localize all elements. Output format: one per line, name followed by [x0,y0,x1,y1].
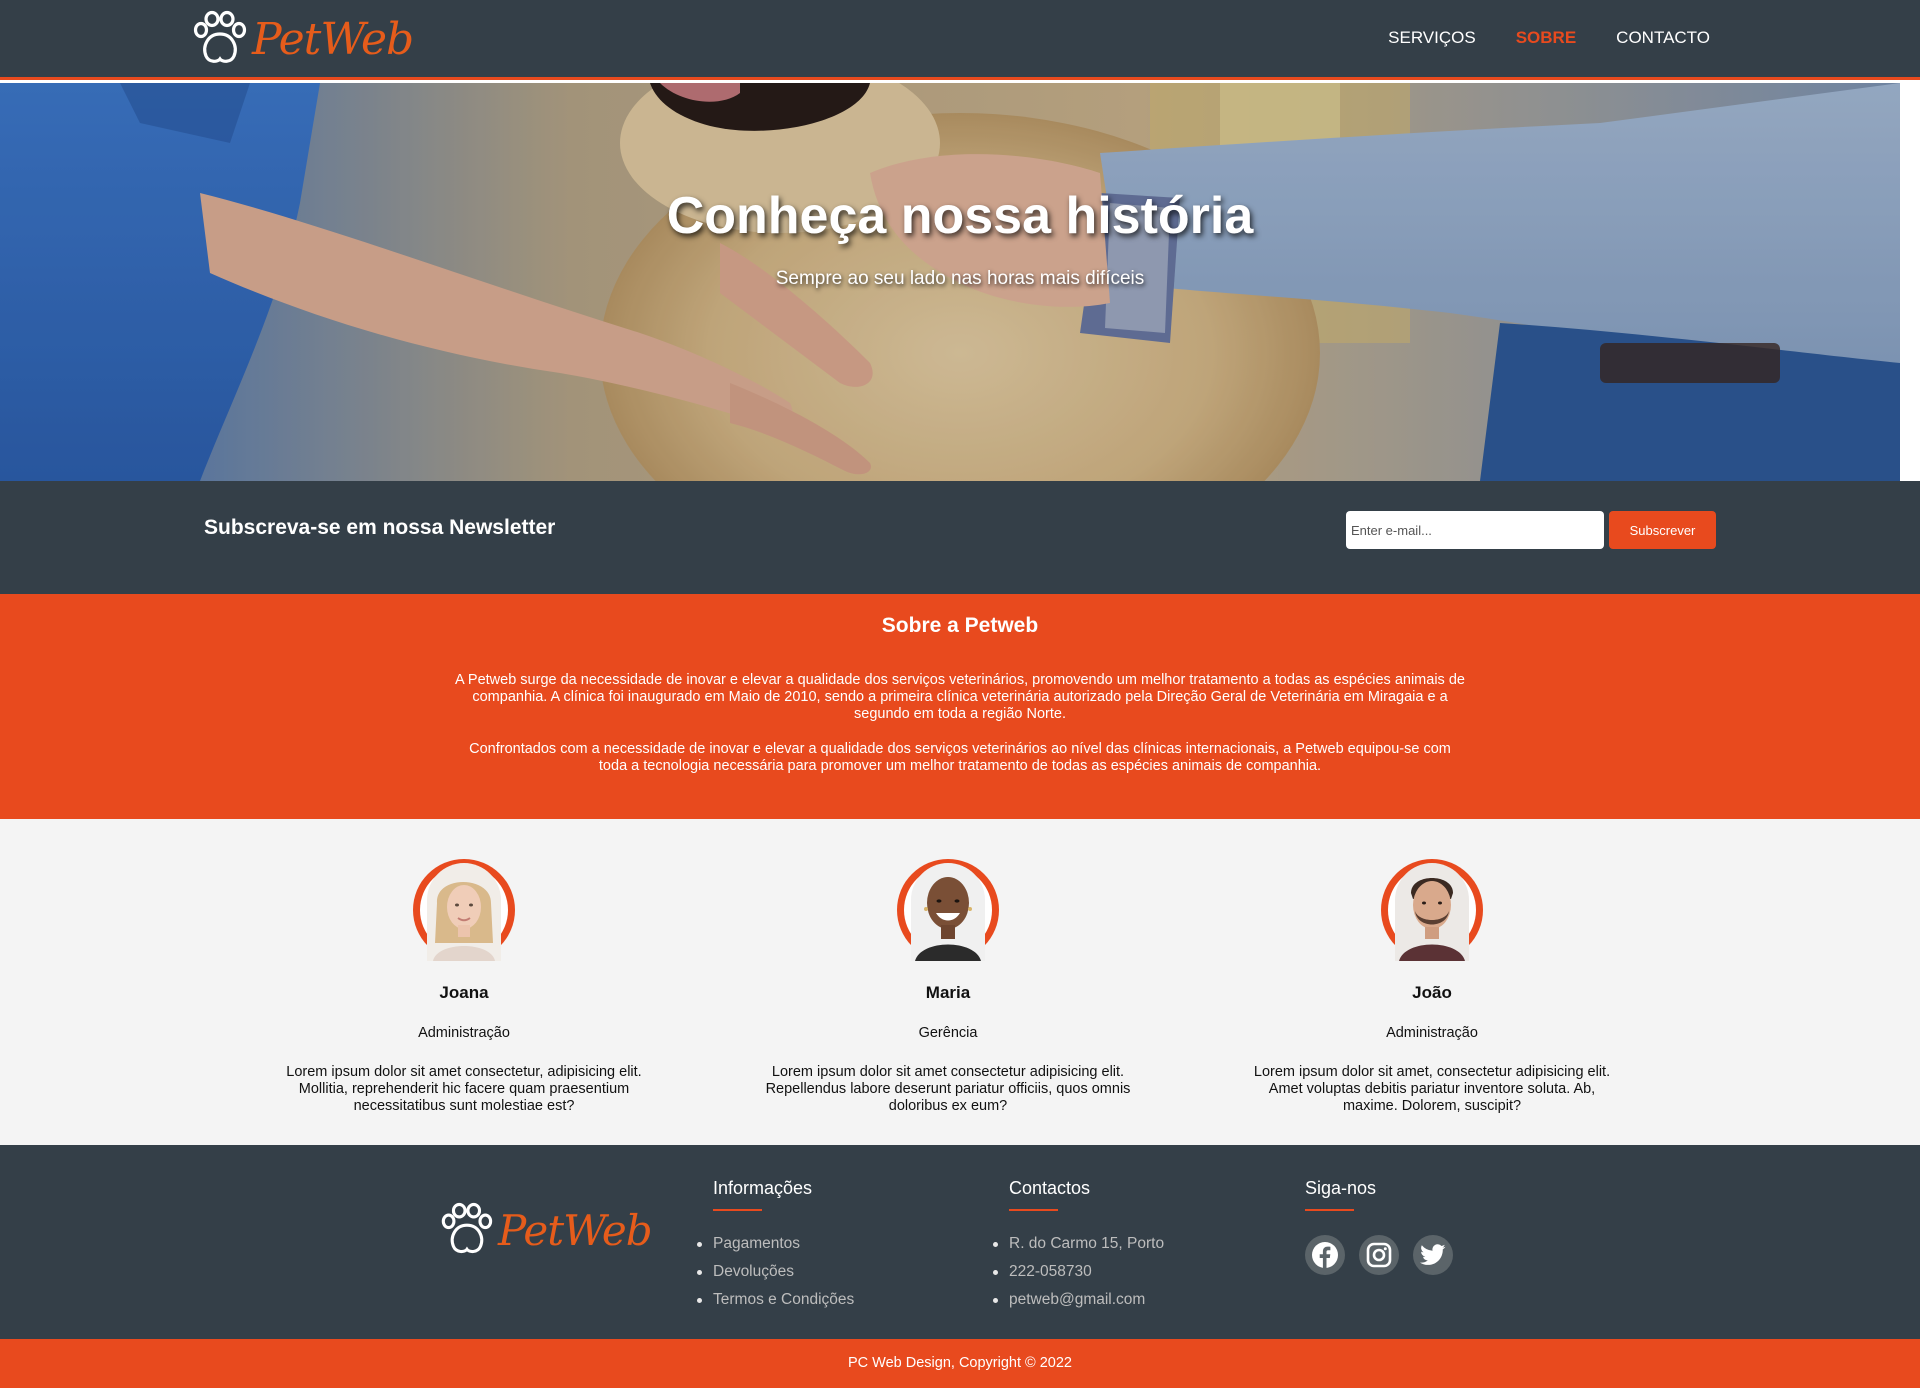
footer-contacts-heading: Contactos [1009,1178,1091,1198]
footer-social-heading: Siga-nos [1305,1178,1377,1198]
footer: PetWeb Informações Pagamentos Devoluções… [0,1145,1920,1339]
footer-contacts-column: Contactos R. do Carmo 15, Porto 222-0587… [992,1178,1165,1319]
contact-email: petweb@gmail.com [992,1291,1164,1309]
heading-underline [1305,1209,1354,1211]
hero-title: Conheça nossa história [666,187,1254,245]
hero-subtitle: Sempre ao seu lado nas horas mais difíce… [775,268,1145,289]
navbar: PetWeb SERVIÇOS SOBRE CONTACTO [0,0,1920,80]
team-member-card: João Administração Lorem ipsum dolor sit… [1232,859,1632,1115]
avatar [1381,859,1483,961]
nav-link-servicos[interactable]: SERVIÇOS [1388,28,1476,48]
footer-link-item: Pagamentos [696,1235,854,1253]
avatar-photo-maria [911,863,985,961]
team-member-card: Joana Administração Lorem ipsum dolor si… [264,859,664,1115]
newsletter-email-input[interactable] [1346,511,1604,549]
member-name: Joana [439,983,489,1002]
newsletter-section: Subscreva-se em nossa Newsletter Subscre… [0,481,1920,594]
paw-icon [193,10,247,63]
twitter-icon[interactable] [1413,1235,1453,1275]
member-role: Administração [418,1025,510,1041]
copyright-bar: PC Web Design, Copyright © 2022 [0,1339,1920,1388]
avatar [897,859,999,961]
footer-logo-text: PetWeb [498,1205,653,1255]
about-section: Sobre a Petweb A Petweb surge da necessi… [0,594,1920,819]
member-description: Lorem ipsum dolor sit amet consectetur, … [286,1064,642,1114]
member-role: Administração [1386,1025,1478,1041]
avatar [413,859,515,961]
facebook-icon[interactable] [1305,1235,1345,1275]
subscribe-button[interactable]: Subscrever [1609,511,1716,549]
member-description: Lorem ipsum dolor sit amet, consectetur … [1253,1064,1611,1114]
footer-logo[interactable]: PetWeb [438,1201,653,1259]
footer-social-column: Siga-nos [1305,1178,1453,1275]
instagram-icon[interactable] [1359,1235,1399,1275]
member-name: João [1412,983,1452,1002]
main-nav: SERVIÇOS SOBRE CONTACTO [1388,28,1710,48]
footer-link-termos[interactable]: Termos e Condições [713,1291,854,1308]
team-section: Joana Administração Lorem ipsum dolor si… [0,819,1920,1145]
footer-link-item: Termos e Condições [696,1291,854,1309]
petweb-logo[interactable]: PetWeb [190,8,414,70]
avatar-photo-joao [1395,863,1469,961]
team-member-card: Maria Gerência Lorem ipsum dolor sit ame… [748,859,1148,1115]
member-role: Gerência [918,1025,978,1041]
heading-underline [713,1209,762,1211]
contact-address: R. do Carmo 15, Porto [992,1235,1165,1252]
member-description: Lorem ipsum dolor sit amet consectetur a… [765,1064,1131,1114]
nav-link-contacto[interactable]: CONTACTO [1616,28,1710,48]
member-name: Maria [925,983,971,1002]
paw-icon [441,1202,493,1254]
footer-link-devolucoes[interactable]: Devoluções [713,1263,794,1280]
about-heading: Sobre a Petweb [881,614,1039,637]
avatar-photo-joana [427,863,501,961]
heading-underline [1009,1209,1058,1211]
footer-info-column: Informações Pagamentos Devoluções Termos… [696,1178,854,1319]
about-paragraph-2: Confrontados com a necessidade de inovar… [469,741,1451,774]
footer-info-heading: Informações [713,1178,813,1198]
contact-phone: 222-058730 [992,1263,1164,1281]
newsletter-heading: Subscreva-se em nossa Newsletter [204,516,556,539]
footer-link-item: Devoluções [696,1263,854,1281]
footer-link-pagamentos[interactable]: Pagamentos [713,1235,800,1252]
nav-link-sobre[interactable]: SOBRE [1516,28,1576,48]
about-paragraph-1: A Petweb surge da necessidade de inovar … [455,672,1465,722]
logo-text: PetWeb [252,13,414,65]
